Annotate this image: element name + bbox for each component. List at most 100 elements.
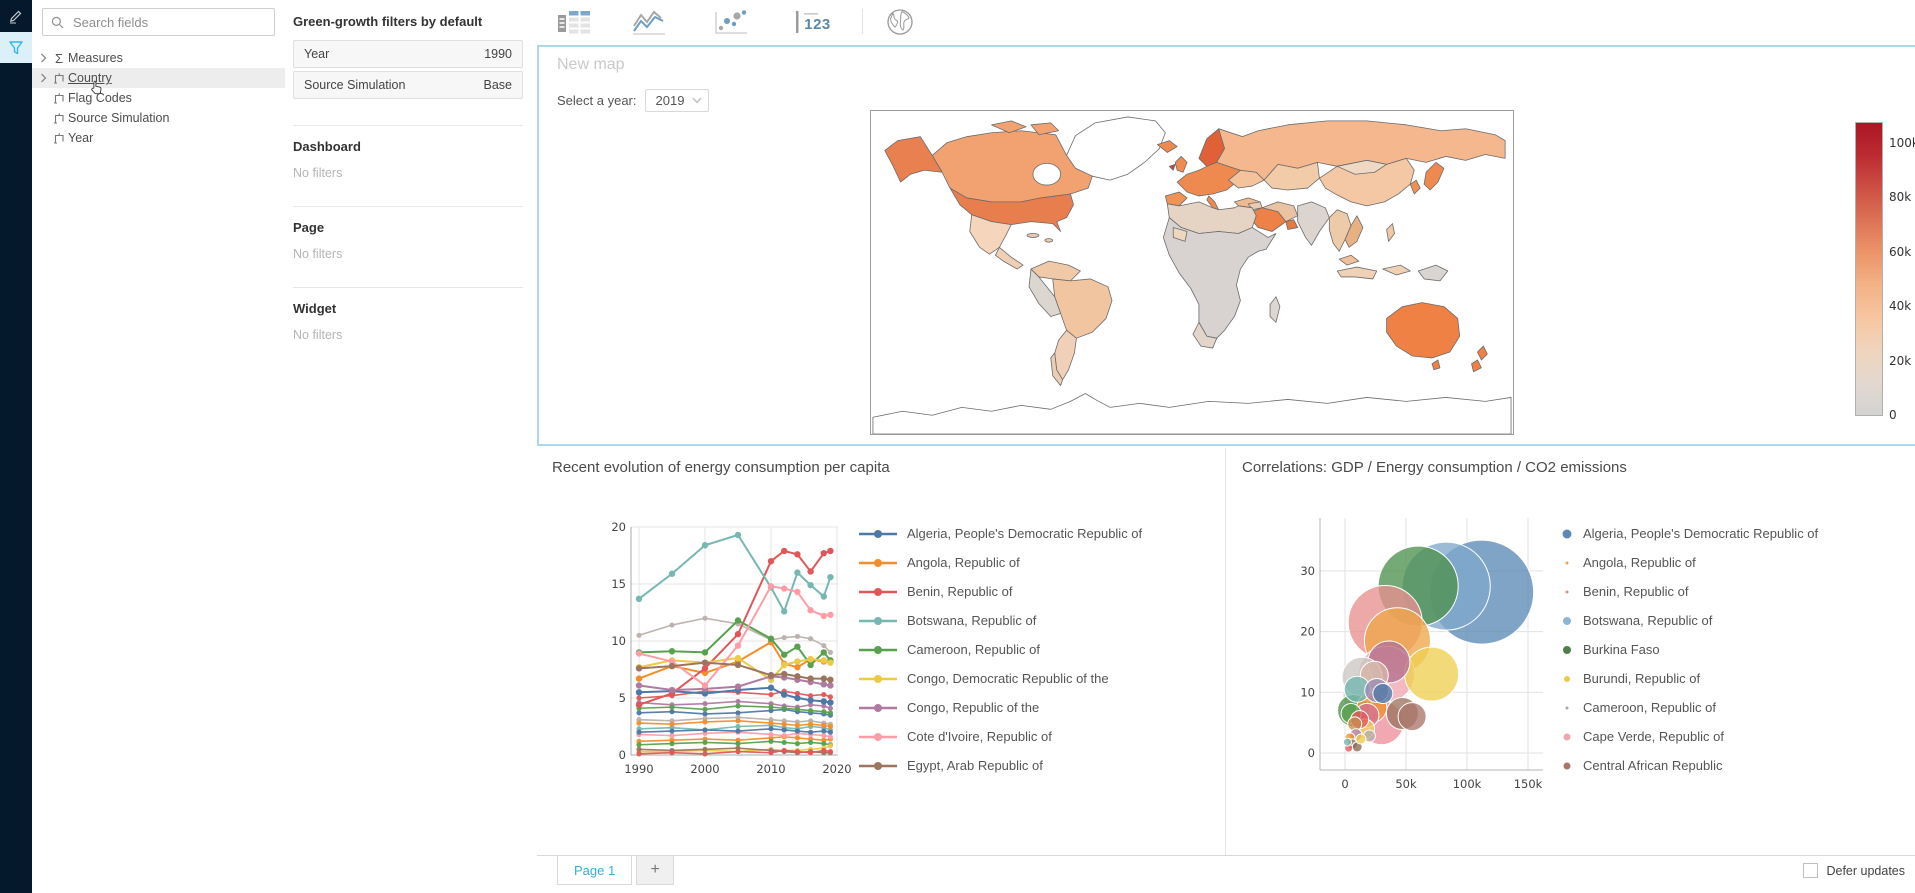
- table-chart-button[interactable]: [552, 6, 596, 38]
- expand-chevron-icon[interactable]: [36, 53, 50, 63]
- hierarchy-icon: [50, 112, 68, 124]
- legend-dot-swatch: [1560, 760, 1574, 772]
- legend-line-swatch: [858, 674, 898, 684]
- legend-item[interactable]: Burundi, Republic of: [1560, 664, 1818, 693]
- scatter-plot-button[interactable]: [709, 6, 753, 38]
- default-filter-year[interactable]: Year 1990: [293, 40, 523, 68]
- legend-item[interactable]: Central African Republic: [1560, 751, 1818, 780]
- svg-text:150k: 150k: [1514, 777, 1543, 791]
- scatter-plot-icon: [713, 8, 749, 36]
- legend-label: Botswana, Republic of: [907, 613, 1036, 628]
- map-widget[interactable]: New map Select a year: 2019: [537, 45, 1915, 446]
- bubble-chart-legend: Algeria, People's Democratic Republic of…: [1560, 519, 1818, 780]
- fields-tree: ΣMeasuresCountryFlag CodesSource Simulat…: [32, 48, 285, 148]
- svg-text:0: 0: [619, 748, 626, 762]
- svg-text:20: 20: [1300, 625, 1315, 639]
- expand-chevron-icon[interactable]: [36, 73, 50, 83]
- legend-item[interactable]: Cape Verde, Republic of: [1560, 722, 1818, 751]
- line-chart-button[interactable]: [627, 6, 671, 38]
- legend-item[interactable]: Benin, Republic of: [1560, 577, 1818, 606]
- filter-field-label: Year: [304, 47, 329, 61]
- legend-item[interactable]: Congo, Democratic Republic of the: [858, 664, 1142, 693]
- sigma-icon: Σ: [50, 51, 68, 66]
- legend-label: Congo, Democratic Republic of the: [907, 671, 1109, 686]
- search-fields-box[interactable]: [42, 8, 275, 36]
- legend-item[interactable]: Egypt, Arab Republic of: [858, 751, 1142, 780]
- legend-item[interactable]: Botswana, Republic of: [1560, 606, 1818, 635]
- legend-item[interactable]: Angola, Republic of: [858, 548, 1142, 577]
- legend-dot-swatch: [1560, 615, 1574, 627]
- legend-dot-swatch: [1560, 731, 1574, 743]
- tree-item-year[interactable]: Year: [32, 128, 285, 148]
- bubble-chart[interactable]: 0102030050k100k150k: [1300, 505, 1570, 797]
- svg-text:15: 15: [611, 577, 626, 591]
- legend-item[interactable]: Congo, Republic of the: [858, 693, 1142, 722]
- map-globe-button[interactable]: [878, 6, 922, 38]
- toolbar-separator: [862, 9, 863, 34]
- select-year-label: Select a year:: [557, 93, 637, 108]
- hierarchy-icon: [50, 72, 68, 84]
- svg-text:50k: 50k: [1395, 777, 1417, 791]
- no-filters-text: No filters: [293, 166, 523, 180]
- tree-item-label: Year: [68, 131, 93, 145]
- legend-label: Cape Verde, Republic of: [1583, 729, 1724, 744]
- legend-dot-swatch: [1560, 673, 1574, 685]
- world-choropleth-map[interactable]: [870, 110, 1514, 435]
- world-map-svg: [871, 111, 1513, 434]
- legend-label: Angola, Republic of: [1583, 555, 1696, 570]
- legend-label: Cameroon, Republic of: [1583, 700, 1716, 715]
- legend-label: Algeria, People's Democratic Republic of: [1583, 526, 1818, 541]
- legend-item[interactable]: Cameroon, Republic of: [1560, 693, 1818, 722]
- tree-item-source-simulation[interactable]: Source Simulation: [32, 108, 285, 128]
- legend-label: Angola, Republic of: [907, 555, 1020, 570]
- legend-item[interactable]: Algeria, People's Democratic Republic of: [1560, 519, 1818, 548]
- page-tab[interactable]: Page 1: [557, 856, 632, 885]
- legend-item[interactable]: Algeria, People's Democratic Republic of: [858, 519, 1142, 548]
- line-chart[interactable]: 051015201990200020102020: [588, 505, 868, 797]
- tree-item-label: Source Simulation: [68, 111, 169, 125]
- legend-line-swatch: [858, 616, 898, 626]
- legend-item[interactable]: Botswana, Republic of: [858, 606, 1142, 635]
- year-dropdown-value: 2019: [656, 93, 685, 108]
- year-dropdown[interactable]: 2019: [645, 89, 710, 112]
- edit-tool-button[interactable]: [0, 0, 32, 31]
- tree-item-flag-codes[interactable]: Flag Codes: [32, 88, 285, 108]
- tree-item-label: Measures: [68, 51, 123, 65]
- hierarchy-icon: [50, 132, 68, 144]
- default-filter-source-simulation[interactable]: Source SimulationBase: [293, 71, 523, 99]
- legend-label: Algeria, People's Democratic Republic of: [907, 526, 1142, 541]
- legend-dot-swatch: [1560, 644, 1574, 656]
- legend-item[interactable]: Benin, Republic of: [858, 577, 1142, 606]
- filter-section-title: Widget: [293, 301, 523, 316]
- line-widget-title: Recent evolution of energy consumption p…: [552, 459, 890, 476]
- hierarchy-icon: [50, 92, 68, 104]
- mouse-cursor-icon: [90, 80, 103, 98]
- legend-line-swatch: [858, 529, 898, 539]
- legend-item[interactable]: Cameroon, Republic of: [858, 635, 1142, 664]
- svg-text:1990: 1990: [624, 762, 653, 776]
- legend-line-swatch: [858, 558, 898, 568]
- legend-item[interactable]: Burkina Faso: [1560, 635, 1818, 664]
- tree-item-country[interactable]: Country: [32, 68, 285, 88]
- add-page-button[interactable]: +: [636, 856, 674, 885]
- filters-tool-button[interactable]: [0, 32, 32, 63]
- kpi-number-button[interactable]: 123: [791, 6, 835, 38]
- legend-item[interactable]: Angola, Republic of: [1560, 548, 1818, 577]
- legend-line-swatch: [858, 761, 898, 771]
- svg-text:2020: 2020: [822, 762, 851, 776]
- legend-label: Benin, Republic of: [907, 584, 1013, 599]
- svg-text:2000: 2000: [690, 762, 719, 776]
- defer-updates-checkbox[interactable]: [1803, 863, 1818, 878]
- search-fields-input[interactable]: [71, 14, 266, 31]
- svg-text:10: 10: [611, 634, 626, 648]
- map-color-legend: [1855, 122, 1883, 416]
- filter-section-widget: WidgetNo filters: [293, 287, 523, 342]
- bubble-widget-title: Correlations: GDP / Energy consumption /…: [1242, 459, 1627, 476]
- legend-item[interactable]: Cote d'Ivoire, Republic of: [858, 722, 1142, 751]
- legend-label: Cote d'Ivoire, Republic of: [907, 729, 1052, 744]
- map-widget-title: New map: [557, 56, 625, 74]
- filter-value: 1990: [484, 47, 512, 61]
- left-toolbar-rail: [0, 0, 32, 893]
- defer-updates-label: Defer updates: [1826, 864, 1905, 878]
- tree-item-measures[interactable]: ΣMeasures: [32, 48, 285, 68]
